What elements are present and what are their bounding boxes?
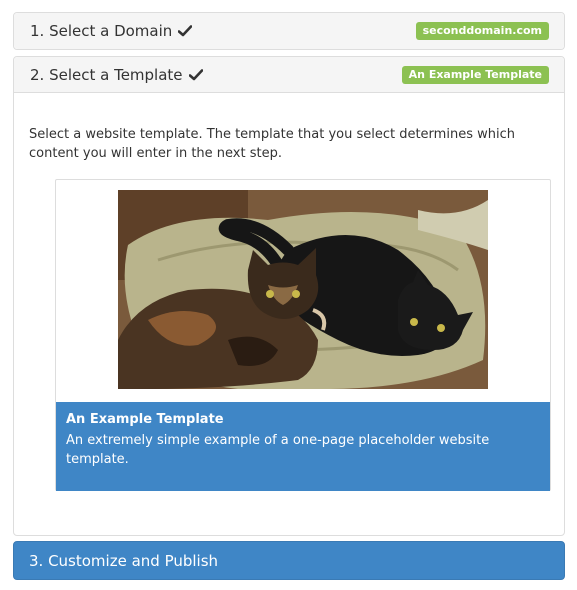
step-select-template: 2. Select a Template An Example Template… <box>13 56 565 536</box>
template-caption[interactable]: An Example Template An extremely simple … <box>56 402 550 491</box>
step-title-text: 1. Select a Domain <box>30 22 173 40</box>
step-title-text: 3. Customize and Publish <box>29 551 219 570</box>
template-thumbnail[interactable] <box>118 190 488 389</box>
step-customize-publish[interactable]: 3. Customize and Publish <box>13 541 565 580</box>
check-icon <box>178 25 193 37</box>
template-description: An extremely simple example of a one-pag… <box>66 433 490 467</box>
step-title: 2. Select a Template <box>30 66 203 84</box>
step-body: Select a website template. The template … <box>14 125 564 163</box>
step-select-domain-header[interactable]: 1. Select a Domain seconddomain.com <box>14 13 564 49</box>
step-select-domain[interactable]: 1. Select a Domain seconddomain.com <box>13 12 565 50</box>
selected-template-badge: An Example Template <box>401 65 549 84</box>
selected-domain-badge: seconddomain.com <box>415 22 549 40</box>
step-title: 3. Customize and Publish <box>29 552 218 570</box>
template-instructions: Select a website template. The template … <box>29 127 515 161</box>
check-icon <box>188 68 203 80</box>
cats-photo <box>118 190 488 389</box>
template-card[interactable]: An Example Template An extremely simple … <box>55 179 551 491</box>
step-select-template-header[interactable]: 2. Select a Template An Example Template <box>14 57 564 93</box>
template-name: An Example Template <box>66 412 224 427</box>
step-title-text: 2. Select a Template <box>30 65 183 84</box>
step-title: 1. Select a Domain <box>30 22 193 40</box>
